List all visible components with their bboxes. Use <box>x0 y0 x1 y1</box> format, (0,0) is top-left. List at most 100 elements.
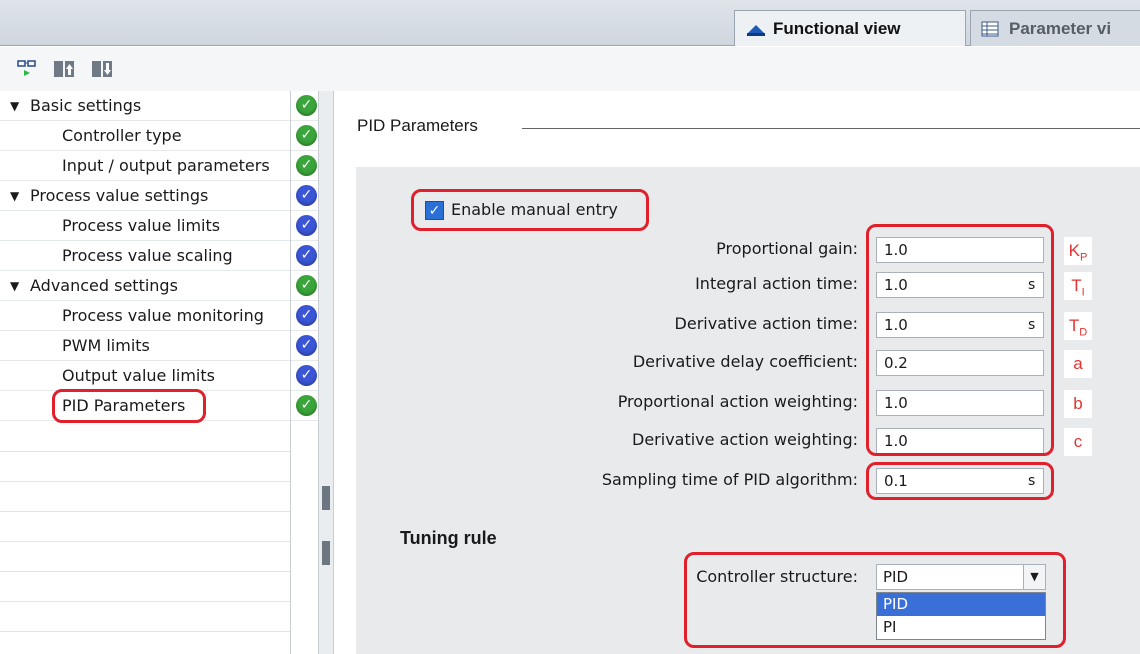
field-label: Derivative delay coefficient: <box>632 352 858 371</box>
chevron-down-icon[interactable]: ▼ <box>1023 565 1045 589</box>
parameter-input[interactable]: 1.0 <box>876 428 1044 454</box>
tree-item-label: PWM limits <box>62 336 150 355</box>
tree-item[interactable]: ▼ Advanced settings ✓ <box>0 271 325 301</box>
unit-label: s <box>1028 473 1036 489</box>
parameter-symbol: c <box>1064 428 1092 456</box>
tree-empty-row <box>0 481 290 482</box>
option-pi[interactable]: PI <box>877 616 1045 639</box>
status-ok-icon: ✓ <box>296 95 317 116</box>
tree-item[interactable]: PWM limits ✓ <box>0 331 325 361</box>
tree-item-label: Controller type <box>62 126 182 145</box>
view-tab-bar: Functional view Parameter vi <box>0 0 1140 46</box>
parameter-symbol-letter: K <box>1068 241 1080 260</box>
tree-item[interactable]: Output value limits ✓ <box>0 361 325 391</box>
controller-structure-options: PID PI <box>876 592 1046 640</box>
status-ok-icon: ✓ <box>296 275 317 296</box>
tuning-rule-title: Tuning rule <box>400 528 497 548</box>
parameter-input[interactable]: 0.1 <box>876 468 1044 494</box>
unit-label: s <box>1028 277 1036 293</box>
parameter-view-icon <box>981 21 1003 37</box>
enable-manual-entry-checkbox[interactable]: ✓ <box>425 201 444 220</box>
tree-empty-row <box>0 511 290 512</box>
section-divider <box>522 128 1140 129</box>
connect-icon[interactable] <box>12 55 42 83</box>
status-default-icon: ✓ <box>296 245 317 266</box>
tab-parameter-view-label: Parameter vi <box>1009 18 1112 38</box>
settings-tree: ▼ Basic settings ✓ Controller type ✓ Input / … <box>0 91 325 654</box>
tab-parameter-view[interactable]: Parameter vi <box>970 10 1140 46</box>
status-default-icon: ✓ <box>296 215 317 236</box>
expand-arrow-icon[interactable]: ▼ <box>10 279 19 293</box>
field-label: Proportional gain: <box>716 239 858 258</box>
parameter-symbol-letter: c <box>1073 432 1083 451</box>
parameter-input[interactable]: 1.0 <box>876 390 1044 416</box>
tree-item[interactable]: PID Parameters ✓ <box>0 391 325 421</box>
field-label: Integral action time: <box>695 274 858 293</box>
tree-item[interactable]: Input / output parameters ✓ <box>0 151 325 181</box>
tree-item[interactable]: Controller type ✓ <box>0 121 325 151</box>
field-label: Derivative action time: <box>674 314 858 333</box>
tree-empty-row <box>0 541 290 542</box>
tree-item-label: Output value limits <box>62 366 215 385</box>
tree-item-label: Process value scaling <box>62 246 233 265</box>
tree-item[interactable]: Process value limits ✓ <box>0 211 325 241</box>
parameter-symbol: b <box>1064 390 1092 418</box>
tree-item[interactable]: Process value scaling ✓ <box>0 241 325 271</box>
tree-item-label: Input / output parameters <box>62 156 270 175</box>
expand-arrow-icon[interactable]: ▼ <box>10 189 19 203</box>
parameter-symbol-letter: T <box>1071 276 1082 295</box>
parameter-symbol: TI <box>1064 272 1092 300</box>
status-default-icon: ✓ <box>296 305 317 326</box>
parameter-input[interactable]: 1.0 <box>876 312 1044 338</box>
parameter-symbol: a <box>1064 350 1092 378</box>
tree-item-label: PID Parameters <box>62 396 186 415</box>
tree-item-label: Basic settings <box>30 96 142 115</box>
field-label: Derivative action weighting: <box>632 430 858 449</box>
option-pid[interactable]: PID <box>877 593 1045 616</box>
collapse-left-handle[interactable] <box>322 486 330 510</box>
tree-item-label: Process value limits <box>62 216 221 235</box>
toolbar <box>0 47 1140 91</box>
tree-item-label: Advanced settings <box>30 276 178 295</box>
status-ok-icon: ✓ <box>296 155 317 176</box>
tab-functional-view[interactable]: Functional view <box>734 10 966 46</box>
parameter-symbol: KP <box>1064 237 1092 265</box>
parameter-symbol-subscript: P <box>1080 251 1088 264</box>
parameter-symbol-subscript: I <box>1081 286 1085 299</box>
expand-arrow-icon[interactable]: ▼ <box>10 99 19 113</box>
field-label: Sampling time of PID algorithm: <box>601 470 858 489</box>
unit-label: s <box>1028 317 1036 333</box>
tree-empty-row <box>0 631 290 632</box>
tree-item-label: Process value settings <box>30 186 209 205</box>
panel-splitter[interactable] <box>318 91 334 654</box>
tree-item[interactable]: ▼ Basic settings ✓ <box>0 91 325 121</box>
parameter-input[interactable]: 1.0 <box>876 237 1044 263</box>
status-default-icon: ✓ <box>296 185 317 206</box>
status-ok-icon: ✓ <box>296 395 317 416</box>
controller-structure-label: Controller structure: <box>696 567 858 586</box>
tree-item[interactable]: Process value monitoring ✓ <box>0 301 325 331</box>
status-default-icon: ✓ <box>296 365 317 386</box>
status-default-icon: ✓ <box>296 335 317 356</box>
parameter-input[interactable]: 0.2 <box>876 350 1044 376</box>
parameter-symbol-subscript: D <box>1079 326 1088 339</box>
field-label: Proportional action weighting: <box>617 392 858 411</box>
parameter-symbol: TD <box>1064 312 1092 340</box>
parameter-input[interactable]: 1.0 <box>876 272 1044 298</box>
tree-empty-row <box>0 601 290 602</box>
tab-functional-view-label: Functional view <box>773 18 901 38</box>
tree-item-label: Process value monitoring <box>62 306 264 325</box>
expand-right-handle[interactable] <box>322 541 330 565</box>
tree-empty-row <box>0 451 290 452</box>
functional-view-icon <box>745 21 767 37</box>
section-title: PID Parameters <box>357 116 478 135</box>
controller-structure-value: PID <box>883 568 909 586</box>
tree-divider <box>290 91 291 654</box>
expand-all-icon[interactable] <box>50 55 80 83</box>
status-ok-icon: ✓ <box>296 125 317 146</box>
tree-item[interactable]: ▼ Process value settings ✓ <box>0 181 325 211</box>
parameter-symbol-letter: T <box>1068 316 1080 335</box>
parameter-symbol-letter: b <box>1073 394 1083 413</box>
collapse-all-icon[interactable] <box>88 55 118 83</box>
controller-structure-select[interactable]: PID ▼ <box>876 564 1046 590</box>
